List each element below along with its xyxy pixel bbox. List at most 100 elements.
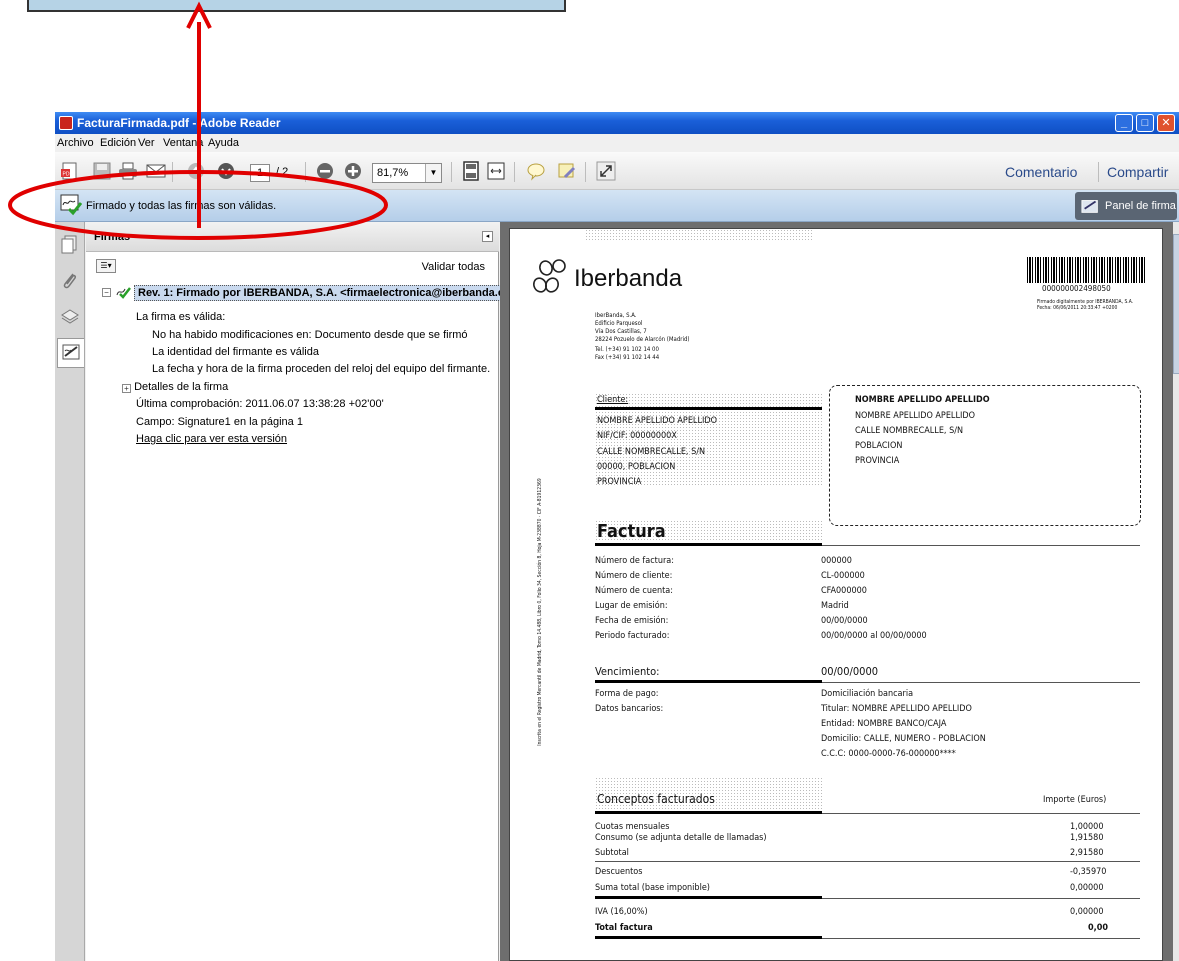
factura-label: Lugar de emisión: [595, 601, 668, 611]
importe-header: Importe (Euros) [1043, 795, 1107, 805]
rule [822, 545, 1140, 546]
concept-label: Suma total (base imponible) [595, 883, 710, 893]
address-line: CALLE NOMBRECALLE, S/N [855, 426, 963, 436]
signature-valid-text: La firma es válida: [136, 311, 226, 323]
address-line: POBLACION [855, 441, 903, 451]
collapse-icon[interactable]: − [102, 288, 111, 297]
client-label: Cliente: [597, 395, 629, 405]
layers-icon[interactable] [59, 306, 81, 328]
concept-value: 0,00000 [1070, 907, 1104, 917]
signatures-panel: Firmas ◂ ☰▾ Validar todas − Rev. 1: Firm… [86, 222, 521, 961]
menu-edicion[interactable]: Edición [100, 137, 136, 149]
concept-value: 0,00000 [1070, 883, 1104, 893]
signed-date: Fecha: 06/06/2011 20:33:47 +0200 [1037, 305, 1118, 311]
toolbar: PDF 1 / 2 81,7% ▼ Comentario Compartir [55, 152, 1179, 190]
save-icon[interactable] [91, 160, 113, 182]
minimize-button[interactable]: _ [1115, 114, 1133, 132]
factura-label: Periodo facturado: [595, 631, 670, 641]
rule [595, 680, 822, 683]
toolbar-separator [451, 162, 452, 182]
validate-all-link[interactable]: Validar todas [422, 261, 485, 273]
detail-line: No ha habido modificaciones en: Document… [152, 329, 468, 341]
barcode [1027, 257, 1145, 283]
menu-archivo[interactable]: Archivo [57, 137, 94, 149]
factura-label: Número de cuenta: [595, 586, 673, 596]
zoom-in-icon[interactable] [342, 160, 364, 182]
chevron-down-icon[interactable]: ▼ [425, 164, 441, 182]
email-icon[interactable] [145, 160, 167, 182]
next-page-icon[interactable] [215, 160, 237, 182]
toolbar-separator [514, 162, 515, 182]
factura-value: 00/00/0000 [821, 616, 868, 626]
signatures-panel-title: Firmas [94, 231, 131, 243]
highlight-icon[interactable] [556, 160, 578, 182]
panel-collapse-icon[interactable]: ◂ [482, 231, 493, 242]
expand-icon[interactable]: + [122, 384, 131, 393]
page-total: / 2 [276, 166, 289, 178]
attachments-icon[interactable] [59, 270, 81, 292]
rule [822, 898, 1140, 899]
fit-page-icon[interactable] [460, 160, 482, 182]
toolbar-separator [1098, 162, 1099, 182]
page-number-input[interactable]: 1 [250, 164, 270, 182]
rule [595, 861, 1140, 862]
pages-icon[interactable] [59, 234, 81, 256]
zoom-select[interactable]: 81,7% ▼ [372, 163, 442, 183]
payment-label: Forma de pago: [595, 689, 659, 699]
scrollbar-thumb[interactable] [1173, 234, 1179, 374]
payment-value: Entidad: NOMBRE BANCO/CAJA [821, 719, 947, 729]
navigation-panel-strip [55, 222, 85, 961]
registry-text: Inscrita en el Registro Mercantil de Mad… [537, 478, 543, 746]
maximize-button[interactable]: □ [1136, 114, 1154, 132]
vertical-scrollbar[interactable] [1173, 222, 1179, 961]
rule [595, 936, 822, 939]
menu-ver[interactable]: Ver [138, 137, 155, 149]
conceptos-title: Conceptos facturados [597, 792, 715, 806]
payment-value: C.C.C: 0000-0000-76-000000**** [821, 749, 956, 759]
menu-ayuda[interactable]: Ayuda [208, 137, 239, 149]
share-tab[interactable]: Compartir [1107, 164, 1168, 180]
factura-title: Factura [597, 521, 666, 542]
signature-details-row[interactable]: + Detalles de la firma [122, 381, 228, 393]
payment-value: Domiciliación bancaria [821, 689, 914, 699]
field-text: Campo: Signature1 en la página 1 [136, 416, 303, 428]
window-title: FacturaFirmada.pdf - Adobe Reader [77, 116, 281, 130]
brand-name: Iberbanda [574, 265, 683, 292]
toolbar-separator [305, 162, 306, 182]
expand-icon[interactable] [595, 160, 617, 182]
fit-width-icon[interactable] [485, 160, 507, 182]
document-viewport[interactable]: Iberbanda 000000002498050 Firmado digita… [500, 222, 1179, 961]
create-pdf-icon[interactable]: PDF [59, 160, 81, 182]
client-line: 00000, POBLACION [597, 462, 676, 472]
signature-panel-label: Panel de firma [1105, 200, 1176, 212]
rule [595, 543, 822, 546]
company-line: Fax (+34) 91 102 14 44 [595, 354, 660, 361]
adobe-reader-window: FacturaFirmada.pdf - Adobe Reader _ □ ✕ … [55, 112, 1179, 961]
concept-label: Consumo (se adjunta detalle de llamadas) [595, 833, 767, 843]
payment-value: Domicilio: CALLE, NUMERO - POBLACION [821, 734, 986, 744]
zoom-out-icon[interactable] [314, 160, 336, 182]
print-icon[interactable] [117, 160, 139, 182]
last-check-text: Última comprobación: 2011.06.07 13:38:28… [136, 398, 384, 410]
options-menu-icon[interactable]: ☰▾ [96, 259, 116, 273]
comment-bubble-icon[interactable] [525, 160, 547, 182]
address-line: PROVINCIA [855, 456, 900, 466]
concept-value: 2,91580 [1070, 848, 1104, 858]
company-line: Tel. (+34) 91 102 14 00 [595, 346, 659, 353]
signature-revision-label: Rev. 1: Firmado por IBERBANDA, S.A. <fir… [134, 285, 521, 301]
pdf-page: Iberbanda 000000002498050 Firmado digita… [509, 228, 1163, 961]
previous-page-icon[interactable] [185, 160, 207, 182]
rule [595, 407, 822, 410]
view-version-link[interactable]: Haga clic para ver esta versión [136, 433, 287, 445]
concept-value: 0,00 [1088, 923, 1108, 933]
signature-valid-check-icon [115, 285, 131, 302]
signature-panel-button[interactable]: Panel de firma [1075, 192, 1177, 220]
concept-label: Subtotal [595, 848, 629, 858]
close-button[interactable]: ✕ [1157, 114, 1175, 132]
signatures-tab-icon[interactable] [57, 338, 84, 368]
menu-ventana[interactable]: Ventana [163, 137, 203, 149]
factura-value: CL-000000 [821, 571, 865, 581]
signatures-panel-tools: ☰▾ Validar todas [86, 252, 499, 280]
company-line: Edificio Parquesol [595, 320, 643, 327]
comment-tab[interactable]: Comentario [1005, 164, 1077, 180]
